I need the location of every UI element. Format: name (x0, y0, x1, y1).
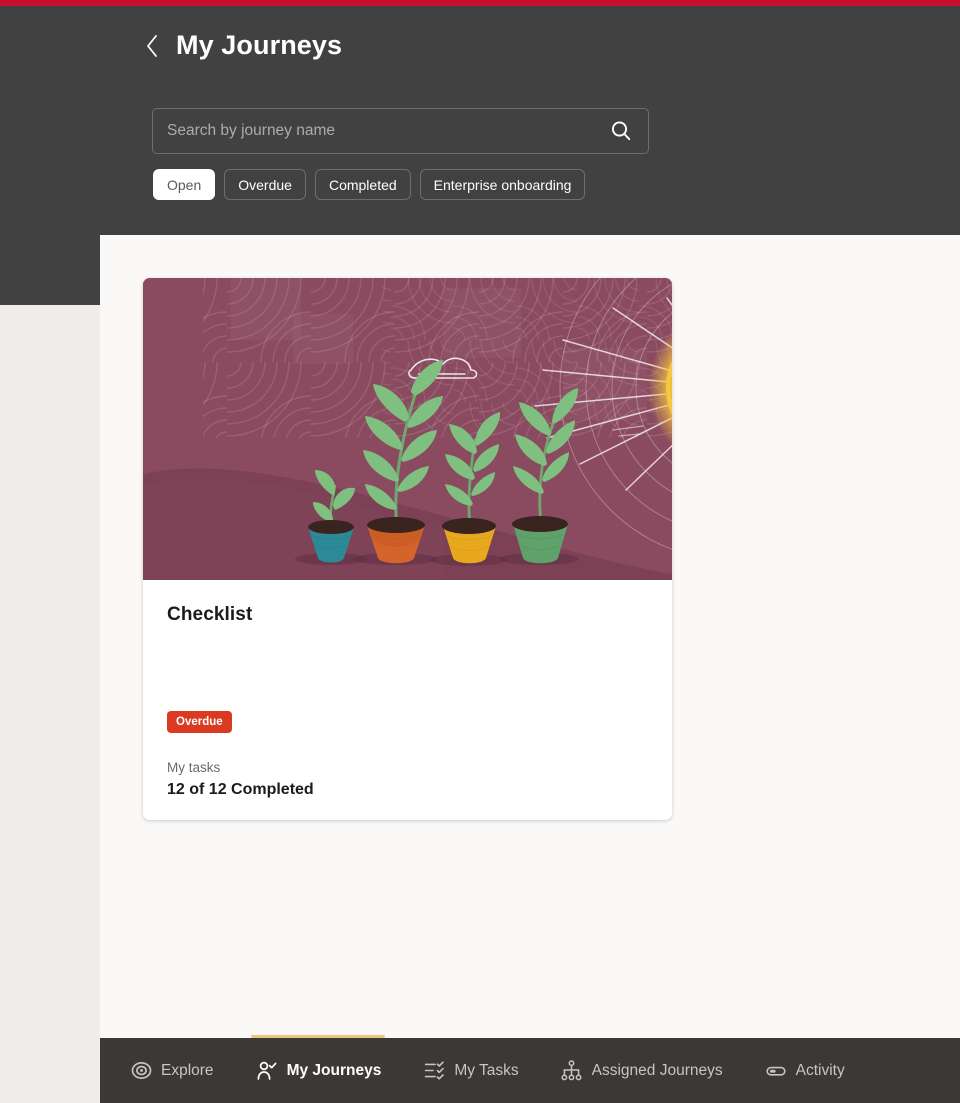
person-check-icon (256, 1060, 278, 1082)
filter-chip-completed[interactable]: Completed (314, 169, 411, 200)
nav-label-my-tasks: My Tasks (454, 1061, 519, 1079)
nav-item-my-journeys[interactable]: My Journeys (251, 1035, 386, 1103)
journey-title: Checklist (167, 604, 253, 625)
page-header: My Journeys (144, 30, 342, 61)
tasks-label: My tasks (167, 760, 221, 775)
bottom-navigation: Explore My Journeys My Tasks Assigned Jo… (100, 1035, 960, 1103)
explore-target-icon (130, 1060, 152, 1082)
nav-label-my-journeys: My Journeys (286, 1061, 382, 1079)
search-box[interactable] (152, 108, 649, 154)
nav-item-my-tasks[interactable]: My Tasks (419, 1038, 522, 1103)
checklist-icon (423, 1060, 445, 1082)
activity-pill-icon (765, 1060, 787, 1082)
search-input[interactable] (167, 122, 608, 140)
growing-plants-illustration (143, 278, 672, 580)
chevron-left-icon (145, 34, 159, 58)
filter-chip-row: Open Overdue Completed Enterprise onboar… (153, 169, 586, 200)
filter-chip-overdue[interactable]: Overdue (224, 169, 306, 200)
status-badge: Overdue (167, 711, 232, 733)
org-chart-icon (561, 1060, 583, 1082)
page-title: My Journeys (176, 30, 343, 60)
active-indicator (251, 1035, 386, 1038)
nav-label-assigned-journeys: Assigned Journeys (591, 1061, 723, 1079)
left-rail (0, 235, 100, 305)
filter-chip-enterprise-onboarding[interactable]: Enterprise onboarding (419, 169, 586, 200)
nav-label-explore: Explore (161, 1061, 214, 1079)
journey-card[interactable]: Checklist Overdue My tasks 12 of 12 Comp… (143, 278, 672, 820)
top-accent-bar (0, 0, 960, 6)
back-button[interactable] (144, 32, 160, 60)
nav-item-activity[interactable]: Activity (761, 1038, 849, 1103)
tasks-progress: 12 of 12 Completed (167, 781, 314, 799)
journey-card-body: Checklist Overdue My tasks 12 of 12 Comp… (143, 580, 672, 820)
search-icon[interactable] (608, 118, 634, 144)
nav-item-assigned-journeys[interactable]: Assigned Journeys (557, 1038, 727, 1103)
filter-chip-open[interactable]: Open (153, 169, 216, 200)
nav-label-activity: Activity (795, 1061, 845, 1079)
journey-tasks: My tasks 12 of 12 Completed (167, 758, 314, 801)
nav-item-explore[interactable]: Explore (126, 1038, 218, 1103)
